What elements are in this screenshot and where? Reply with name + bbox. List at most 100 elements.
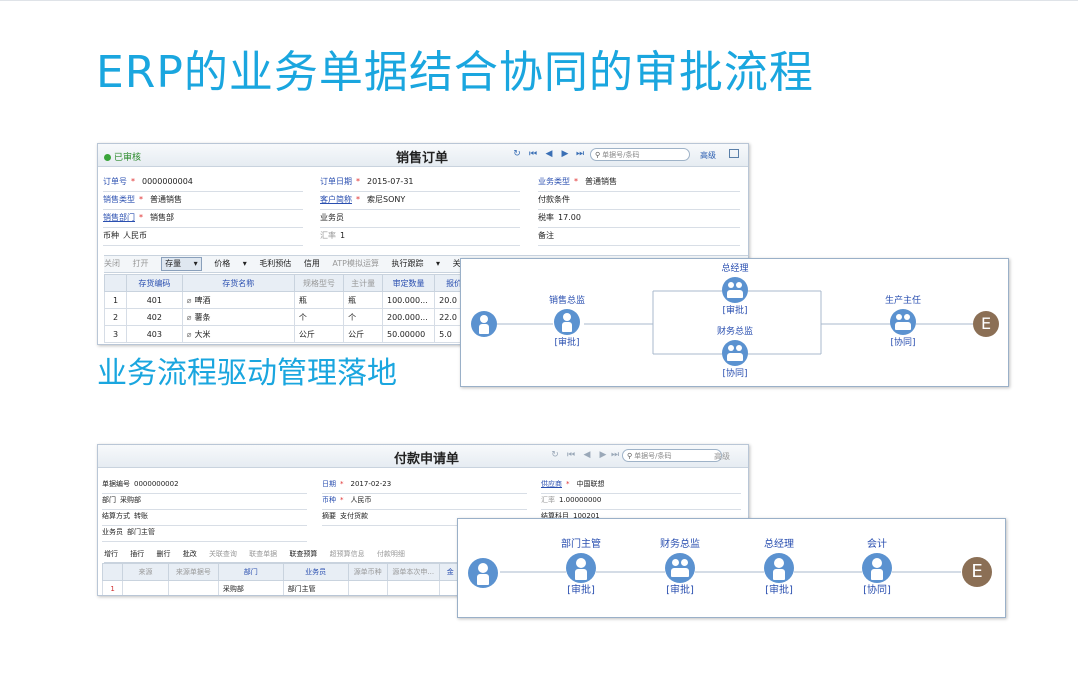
- first-record-icon[interactable]: ⏮: [528, 149, 538, 160]
- column-header[interactable]: 来源单据号: [167, 563, 219, 581]
- paperclip-icon: ⌀: [186, 312, 192, 322]
- person-icon: [554, 309, 580, 335]
- field-salesperson[interactable]: 业务员 部门主管: [102, 525, 307, 542]
- flow-end[interactable]: E: [962, 557, 992, 587]
- toolbar-gross-profit[interactable]: 毛利预估: [259, 256, 291, 272]
- toolbar-price[interactable]: 价格 ▾: [214, 256, 247, 272]
- field-order-date[interactable]: 订单日期 * 2015-07-31: [320, 175, 520, 192]
- flow-end[interactable]: E: [973, 311, 999, 337]
- field-order-no[interactable]: 订单号 * 0000000004: [103, 175, 303, 192]
- toolbar-atp[interactable]: ATP模拟运算: [332, 256, 379, 272]
- field-currency[interactable]: 币种 人民币: [103, 229, 303, 246]
- field-settlement-method[interactable]: 结算方式 转账: [102, 509, 307, 526]
- last-record-icon[interactable]: ⏭: [610, 450, 620, 461]
- field-salesperson[interactable]: 业务员: [320, 211, 520, 228]
- last-record-icon[interactable]: ⏭: [575, 149, 585, 160]
- field-exchange-rate[interactable]: 汇率 1.00000000: [541, 493, 741, 510]
- search-icon: ⚲: [595, 151, 601, 159]
- next-record-icon[interactable]: ▶: [560, 149, 570, 160]
- flow-start[interactable]: [468, 556, 498, 590]
- table-row[interactable]: 2 402 ⌀ 薯条 个 个 200.000... 22.0: [103, 308, 474, 326]
- toolbar-close[interactable]: 关闭: [104, 256, 120, 272]
- column-header[interactable]: 审定数量: [381, 274, 436, 292]
- toolbar-payment-detail[interactable]: 付款明细: [377, 546, 405, 562]
- flow-node-accountant[interactable]: 会计 [协同]: [847, 539, 907, 597]
- column-header[interactable]: 存货名称: [181, 274, 295, 292]
- table-row[interactable]: 3 403 ⌀ 大米 公斤 公斤 50.00000 5.0: [103, 325, 474, 343]
- flow-start[interactable]: [470, 309, 498, 339]
- layout-icon[interactable]: [729, 149, 739, 158]
- flow-node-general-manager[interactable]: 总经理 [审批]: [705, 263, 765, 317]
- flow-node-finance-director[interactable]: 财务总监 [协同]: [705, 326, 765, 380]
- field-date[interactable]: 日期 * 2017-02-23: [322, 477, 527, 494]
- toolbar-linked-query[interactable]: 关联查询: [209, 546, 237, 562]
- flow-connectors: [500, 571, 961, 573]
- flow-node-finance-director[interactable]: 财务总监 [审批]: [650, 539, 710, 597]
- toolbar-linked-docs[interactable]: 联查单据: [249, 546, 277, 562]
- toolbar-open[interactable]: 打开: [133, 256, 149, 272]
- subtitle: 业务流程驱动管理落地: [97, 356, 397, 391]
- column-header[interactable]: 来源: [122, 563, 169, 581]
- group-icon: [722, 340, 748, 366]
- toolbar-stock[interactable]: 存量 ▾: [161, 257, 202, 271]
- field-currency[interactable]: 币种 * 人民币: [322, 493, 527, 510]
- column-header[interactable]: 规格型号: [293, 274, 345, 292]
- field-doc-no[interactable]: 单据编号 0000000002: [102, 477, 307, 494]
- toolbar-over-budget[interactable]: 超预算信息: [330, 546, 365, 562]
- status-badge: 已审核: [104, 150, 141, 163]
- advanced-link[interactable]: 高级: [700, 150, 716, 161]
- column-header[interactable]: 存货编码: [126, 274, 183, 292]
- column-header: [103, 274, 128, 292]
- field-sales-type[interactable]: 销售类型 * 普通销售: [103, 193, 303, 210]
- advanced-link[interactable]: 高级: [714, 451, 730, 462]
- toolbar-insert-row[interactable]: 插行: [130, 546, 144, 562]
- flow-node-production-director[interactable]: 生产主任 [协同]: [873, 295, 933, 349]
- prev-record-icon[interactable]: ◀: [582, 450, 592, 461]
- field-customer[interactable]: 客户简称 * 索尼SONY: [320, 193, 520, 210]
- toolbar-linked-budget[interactable]: 联查预算: [289, 546, 317, 562]
- first-record-icon[interactable]: ⏮: [566, 450, 576, 461]
- field-exchange-rate[interactable]: 汇率 1: [320, 229, 520, 246]
- field-remark[interactable]: 备注: [538, 229, 740, 246]
- person-icon: [471, 311, 497, 337]
- toolbar-track[interactable]: 执行跟踪 ▾: [392, 256, 441, 272]
- group-icon: [722, 277, 748, 303]
- column-header[interactable]: 源单本次申...: [386, 563, 440, 581]
- toolbar-batch-edit[interactable]: 批改: [183, 546, 197, 562]
- field-business-type[interactable]: 业务类型 * 普通销售: [538, 175, 740, 192]
- field-payment-terms[interactable]: 付款条件: [538, 193, 740, 210]
- form-titlebar: 付款申请单 ↻ ⏮ ◀ ▶ ⏭ ⚲ 单据号/条码 高级: [98, 445, 748, 468]
- table-row[interactable]: 1 采购部 部门主管: [101, 580, 463, 595]
- search-input[interactable]: ⚲ 单据号/条码: [590, 148, 690, 161]
- payment-lines-table: 来源 来源单据号 部门 业务员 源单币种 源单本次申... 金 1 采购部 部门…: [101, 563, 463, 595]
- paperclip-icon: ⌀: [186, 329, 192, 339]
- field-tax-rate[interactable]: 税率 17.00: [538, 211, 740, 228]
- search-input[interactable]: ⚲ 单据号/条码: [622, 449, 722, 462]
- approval-flow-sales: 销售总监 [审批] 总经理 [审批] 财务总监 [协同] 生产主任 [协同] E: [460, 258, 1009, 387]
- column-header[interactable]: 部门: [217, 563, 284, 581]
- flow-node-dept-manager[interactable]: 部门主管 [审批]: [551, 539, 611, 597]
- search-icon: ⚲: [627, 452, 633, 460]
- toolbar-credit[interactable]: 信用: [304, 256, 320, 272]
- page-title: ERP的业务单据结合协同的审批流程: [96, 47, 814, 98]
- field-department[interactable]: 部门 采购部: [102, 493, 307, 510]
- column-header[interactable]: 主计量: [343, 274, 383, 292]
- next-record-icon[interactable]: ▶: [598, 450, 608, 461]
- approval-flow-payment: 部门主管 [审批] 财务总监 [审批] 总经理 [审批] 会计 [协同] E: [457, 518, 1006, 618]
- top-divider: [0, 0, 1078, 1]
- flow-node-general-manager[interactable]: 总经理 [审批]: [749, 539, 809, 597]
- column-header[interactable]: 源单币种: [347, 563, 388, 581]
- toolbar-delete-row[interactable]: 删行: [156, 546, 170, 562]
- table-row[interactable]: 1 401 ⌀ 啤酒 瓶 瓶 100.000... 20.0: [103, 291, 474, 309]
- flow-node-sales-director[interactable]: 销售总监 [审批]: [537, 295, 597, 349]
- person-icon: [566, 553, 596, 583]
- prev-record-icon[interactable]: ◀: [544, 149, 554, 160]
- toolbar-add-row[interactable]: 增行: [104, 546, 118, 562]
- field-supplier[interactable]: 供应商 * 中国联想: [541, 477, 741, 494]
- table-header: 来源 来源单据号 部门 业务员 源单币种 源单本次申... 金: [101, 563, 463, 581]
- refresh-icon[interactable]: ↻: [512, 149, 522, 160]
- refresh-icon[interactable]: ↻: [550, 450, 560, 461]
- column-header[interactable]: 业务员: [282, 563, 349, 581]
- field-sales-dept[interactable]: 销售部门 * 销售部: [103, 211, 303, 228]
- column-header: [101, 563, 124, 581]
